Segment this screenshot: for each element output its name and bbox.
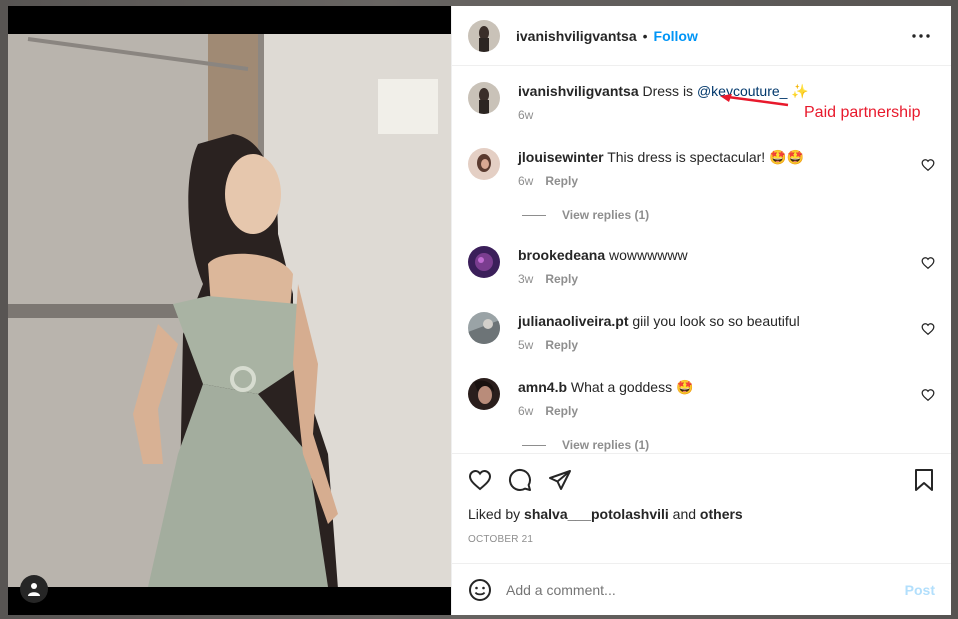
comment-meta: 6w Reply — [518, 402, 935, 420]
likes-prefix: Liked by — [468, 506, 521, 522]
reply-button[interactable]: Reply — [545, 402, 578, 420]
media-column — [8, 6, 451, 615]
user-tag-button[interactable] — [20, 575, 48, 603]
comment-text: wowwwwww — [609, 247, 688, 263]
comment-like-icon[interactable] — [921, 158, 935, 172]
caption-avatar[interactable] — [468, 82, 500, 114]
comment-icon[interactable] — [508, 468, 532, 492]
comment-like-icon[interactable] — [921, 322, 935, 336]
comment-row: jlouisewinter This dress is spectacular!… — [468, 148, 935, 190]
caption-text: Dress is — [642, 83, 694, 99]
comment-avatar[interactable] — [468, 312, 500, 344]
photo-illustration — [8, 34, 451, 587]
comment-body: brookedeana wowwwwww 3w Reply — [518, 246, 935, 288]
comment-username[interactable]: jlouisewinter — [518, 149, 604, 165]
follow-button[interactable]: Follow — [654, 28, 698, 44]
post-sidebar: ivanishviligvantsa • Follow ivanishvilig… — [451, 6, 951, 615]
comment-time[interactable]: 5w — [518, 336, 533, 354]
annotation-arrow — [720, 94, 789, 107]
view-replies-label: View replies (1) — [562, 208, 650, 222]
comment-username[interactable]: julianaoliveira.pt — [518, 313, 628, 329]
share-icon[interactable] — [548, 468, 572, 492]
more-options-button[interactable] — [907, 24, 935, 48]
comment-body: amn4.b What a goddess 🤩 6w Reply — [518, 378, 935, 420]
caption-row: ivanishviligvantsa Dress is @keycouture_… — [468, 82, 935, 124]
likes-user-link[interactable]: shalva___potolashvili — [524, 506, 669, 522]
post-header: ivanishviligvantsa • Follow — [452, 6, 951, 66]
action-icons — [468, 454, 935, 506]
bookmark-icon[interactable] — [913, 468, 935, 492]
comment-meta: 6w Reply — [518, 172, 935, 190]
comment-text: This dress is spectacular! 🤩🤩 — [607, 149, 804, 165]
sparkle-emoji: ✨ — [791, 83, 809, 99]
emoji-icon[interactable] — [468, 578, 492, 602]
view-replies-label: View replies (1) — [562, 438, 650, 452]
post-date[interactable]: OCTOBER 21 — [468, 534, 935, 545]
comment-avatar[interactable] — [468, 246, 500, 278]
comment-like-icon[interactable] — [921, 388, 935, 402]
comment-composer: Post — [452, 563, 951, 615]
comment-text: giil you look so so beautiful — [632, 313, 800, 329]
post-modal: ivanishviligvantsa • Follow ivanishvilig… — [8, 6, 951, 615]
comment-like-icon[interactable] — [921, 256, 935, 270]
comment-meta: 3w Reply — [518, 270, 935, 288]
more-icon — [912, 33, 930, 38]
author-username[interactable]: ivanishviligvantsa — [516, 28, 637, 44]
view-replies-button[interactable]: View replies (1) — [522, 438, 935, 452]
comment-time[interactable]: 6w — [518, 172, 533, 190]
post-photo[interactable] — [8, 34, 451, 587]
comment-avatar[interactable] — [468, 148, 500, 180]
comment-time[interactable]: 3w — [518, 270, 533, 288]
user-tag-icon — [28, 583, 40, 596]
comment-text: What a goddess 🤩 — [570, 379, 694, 395]
likes-and: and — [672, 506, 697, 522]
comment-body: julianaoliveira.pt giil you look so so b… — [518, 312, 935, 354]
separator-dot: • — [642, 27, 648, 44]
comment-body: jlouisewinter This dress is spectacular!… — [518, 148, 935, 190]
likes-summary: Liked by shalva___potolashvili and other… — [468, 506, 935, 522]
replies-divider — [522, 214, 546, 216]
likes-others-link[interactable]: others — [700, 506, 743, 522]
post-actions: Liked by shalva___potolashvili and other… — [452, 453, 951, 545]
caption-username[interactable]: ivanishviligvantsa — [518, 83, 639, 99]
heart-icon[interactable] — [468, 468, 492, 492]
reply-button[interactable]: Reply — [545, 270, 578, 288]
reply-button[interactable]: Reply — [545, 172, 578, 190]
comment-username[interactable]: amn4.b — [518, 379, 567, 395]
comment-username[interactable]: brookedeana — [518, 247, 605, 263]
post-comment-button[interactable]: Post — [905, 582, 935, 598]
comment-avatar[interactable] — [468, 378, 500, 410]
comment-row: julianaoliveira.pt giil you look so so b… — [468, 312, 935, 354]
paid-partnership-annotation: Paid partnership — [804, 104, 921, 121]
author-avatar[interactable] — [468, 19, 500, 52]
reply-button[interactable]: Reply — [545, 336, 578, 354]
comment-row: amn4.b What a goddess 🤩 6w Reply — [468, 378, 935, 420]
comments-list[interactable]: ivanishviligvantsa Dress is @keycouture_… — [452, 66, 951, 453]
replies-divider — [522, 444, 546, 446]
comment-input[interactable] — [506, 581, 905, 598]
caption-time[interactable]: 6w — [518, 106, 533, 124]
view-replies-button[interactable]: View replies (1) — [522, 208, 935, 222]
comment-time[interactable]: 6w — [518, 402, 533, 420]
comment-meta: 5w Reply — [518, 336, 935, 354]
comment-row: brookedeana wowwwwww 3w Reply — [468, 246, 935, 288]
